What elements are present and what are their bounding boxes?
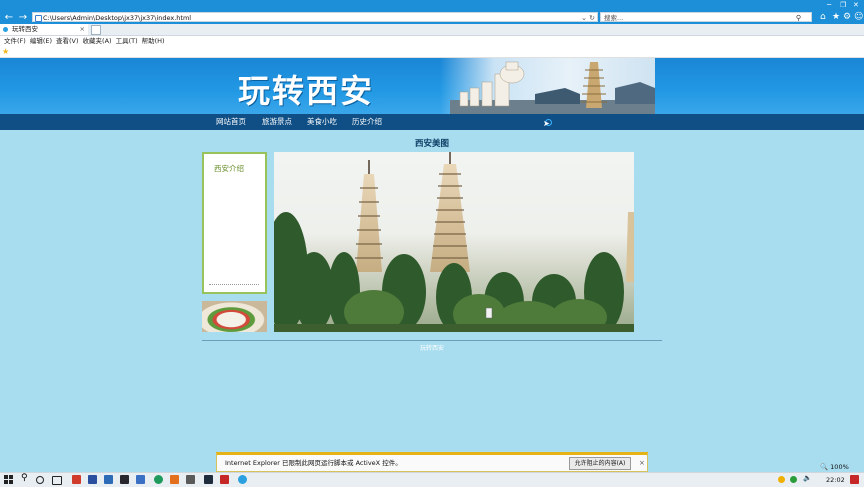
tab-title: 玩转西安 xyxy=(12,25,38,33)
notification-center-icon[interactable] xyxy=(850,475,859,484)
clock-time[interactable]: 22:02 xyxy=(826,476,845,484)
sidebar-intro-box: 西安介绍 xyxy=(202,152,267,294)
pagodas-photo xyxy=(274,152,634,332)
notification-text: Internet Explorer 已限制此网页运行脚本或 ActiveX 控件… xyxy=(225,459,402,467)
site-logo: 玩转西安 xyxy=(238,72,375,110)
security-notification-bar: Internet Explorer 已限制此网页运行脚本或 ActiveX 控件… xyxy=(216,452,648,472)
app-icon-10[interactable] xyxy=(220,475,229,484)
favorites-star-icon[interactable]: ★ xyxy=(832,12,840,22)
sidebar-divider xyxy=(209,284,259,286)
home-icon[interactable]: ⌂ xyxy=(820,12,826,22)
close-notification-icon[interactable]: × xyxy=(639,458,645,468)
favorites-bar: ★ xyxy=(0,46,864,58)
back-icon[interactable]: ← xyxy=(3,12,15,24)
menu-file[interactable]: 文件(F) xyxy=(4,36,26,46)
site-banner: 玩转西安 xyxy=(0,58,864,114)
ie-taskbar-icon[interactable] xyxy=(238,475,247,484)
cortana-icon[interactable] xyxy=(36,476,44,484)
main-gallery-image xyxy=(274,152,634,332)
windows-start-icon[interactable] xyxy=(4,475,14,485)
app-icon-4[interactable] xyxy=(120,475,129,484)
footer-text: 玩转西安 xyxy=(419,345,444,352)
refresh-icon[interactable]: ↻ xyxy=(589,13,595,23)
nav-home[interactable]: 网站首页 xyxy=(216,114,246,130)
gear-icon[interactable]: ⚙ xyxy=(843,12,851,22)
app-icon-5[interactable] xyxy=(136,475,145,484)
window-titlebar: ─ ❐ ✕ xyxy=(0,0,864,11)
menu-edit[interactable]: 编辑(E) xyxy=(30,36,52,46)
app-icon-6[interactable] xyxy=(154,475,163,484)
task-view-icon[interactable] xyxy=(52,476,62,485)
forward-icon[interactable]: → xyxy=(17,12,29,24)
tray-icon-1[interactable] xyxy=(778,476,785,483)
nav-food[interactable]: 美食小吃 xyxy=(307,114,337,130)
search-input[interactable]: 搜索... ⚲ xyxy=(600,12,812,22)
nav-attractions[interactable]: 旅游景点 xyxy=(262,114,292,130)
app-icon-2[interactable] xyxy=(88,475,97,484)
navigation-bar: ← → C:\Users\Admin\Desktop\jx37\jx37\ind… xyxy=(0,11,864,24)
menu-help[interactable]: 帮助(H) xyxy=(142,36,165,46)
footer-divider xyxy=(202,340,662,341)
address-dropdown-icon[interactable]: ⌄ xyxy=(581,13,587,23)
menu-favorites[interactable]: 收藏夹(A) xyxy=(83,36,112,46)
close-tab-icon[interactable]: × xyxy=(80,24,85,35)
mouse-cursor-icon: ➤ xyxy=(543,119,550,128)
web-page: 玩转西安 网站首页 旅游景点 美食小吃 历史介绍 ➤ 西安美图 西安介绍 玩转西… xyxy=(0,58,864,452)
search-icon[interactable]: ⚲ xyxy=(796,13,801,23)
tray-icon-2[interactable] xyxy=(790,476,797,483)
pagoda-illustration xyxy=(450,61,655,114)
smiley-icon[interactable]: ☺ xyxy=(854,12,863,22)
zoom-value: 100% xyxy=(830,463,849,471)
address-text: C:\Users\Admin\Desktop\jx37\jx37\index.h… xyxy=(43,14,192,22)
banner-landmark-image xyxy=(440,58,655,114)
menu-view[interactable]: 查看(V) xyxy=(56,36,79,46)
menu-tools[interactable]: 工具(T) xyxy=(116,36,138,46)
windows-taskbar: ⚲ 🔈 22:02 xyxy=(0,472,864,487)
app-icon-1[interactable] xyxy=(72,475,81,484)
app-icon-9[interactable] xyxy=(204,475,213,484)
section-title: 西安美图 xyxy=(414,139,449,149)
volume-icon[interactable]: 🔈 xyxy=(803,474,812,483)
address-bar[interactable]: C:\Users\Admin\Desktop\jx37\jx37\index.h… xyxy=(32,12,598,22)
app-icon-8[interactable] xyxy=(186,475,195,484)
sidebar-title[interactable]: 西安介绍 xyxy=(214,163,244,174)
maximize-icon[interactable]: ❐ xyxy=(840,1,846,9)
food-thumbnail-image[interactable] xyxy=(202,301,267,332)
allow-blocked-content-button[interactable]: 允许阻止的内容(A) xyxy=(569,457,631,470)
tab-strip: 玩转西安 × xyxy=(0,24,864,36)
search-placeholder: 搜索... xyxy=(604,14,624,22)
page-icon xyxy=(35,15,42,22)
app-icon-3[interactable] xyxy=(104,475,113,484)
tab-favicon xyxy=(3,27,8,32)
close-window-icon[interactable]: ✕ xyxy=(853,1,859,9)
add-favorite-icon[interactable]: ★ xyxy=(2,46,9,57)
new-tab-button[interactable] xyxy=(91,25,101,35)
app-icon-7[interactable] xyxy=(170,475,179,484)
minimize-icon[interactable]: ─ xyxy=(827,1,831,9)
menu-bar: 文件(F) 编辑(E) 查看(V) 收藏夹(A) 工具(T) 帮助(H) xyxy=(0,36,864,46)
search-taskbar-icon[interactable]: ⚲ xyxy=(21,473,30,483)
zoom-level[interactable]: 🔍 100% xyxy=(820,463,849,471)
tab-active[interactable]: 玩转西安 × xyxy=(0,24,88,35)
nav-history[interactable]: 历史介绍 xyxy=(352,114,382,130)
site-nav: 网站首页 旅游景点 美食小吃 历史介绍 xyxy=(0,114,864,130)
